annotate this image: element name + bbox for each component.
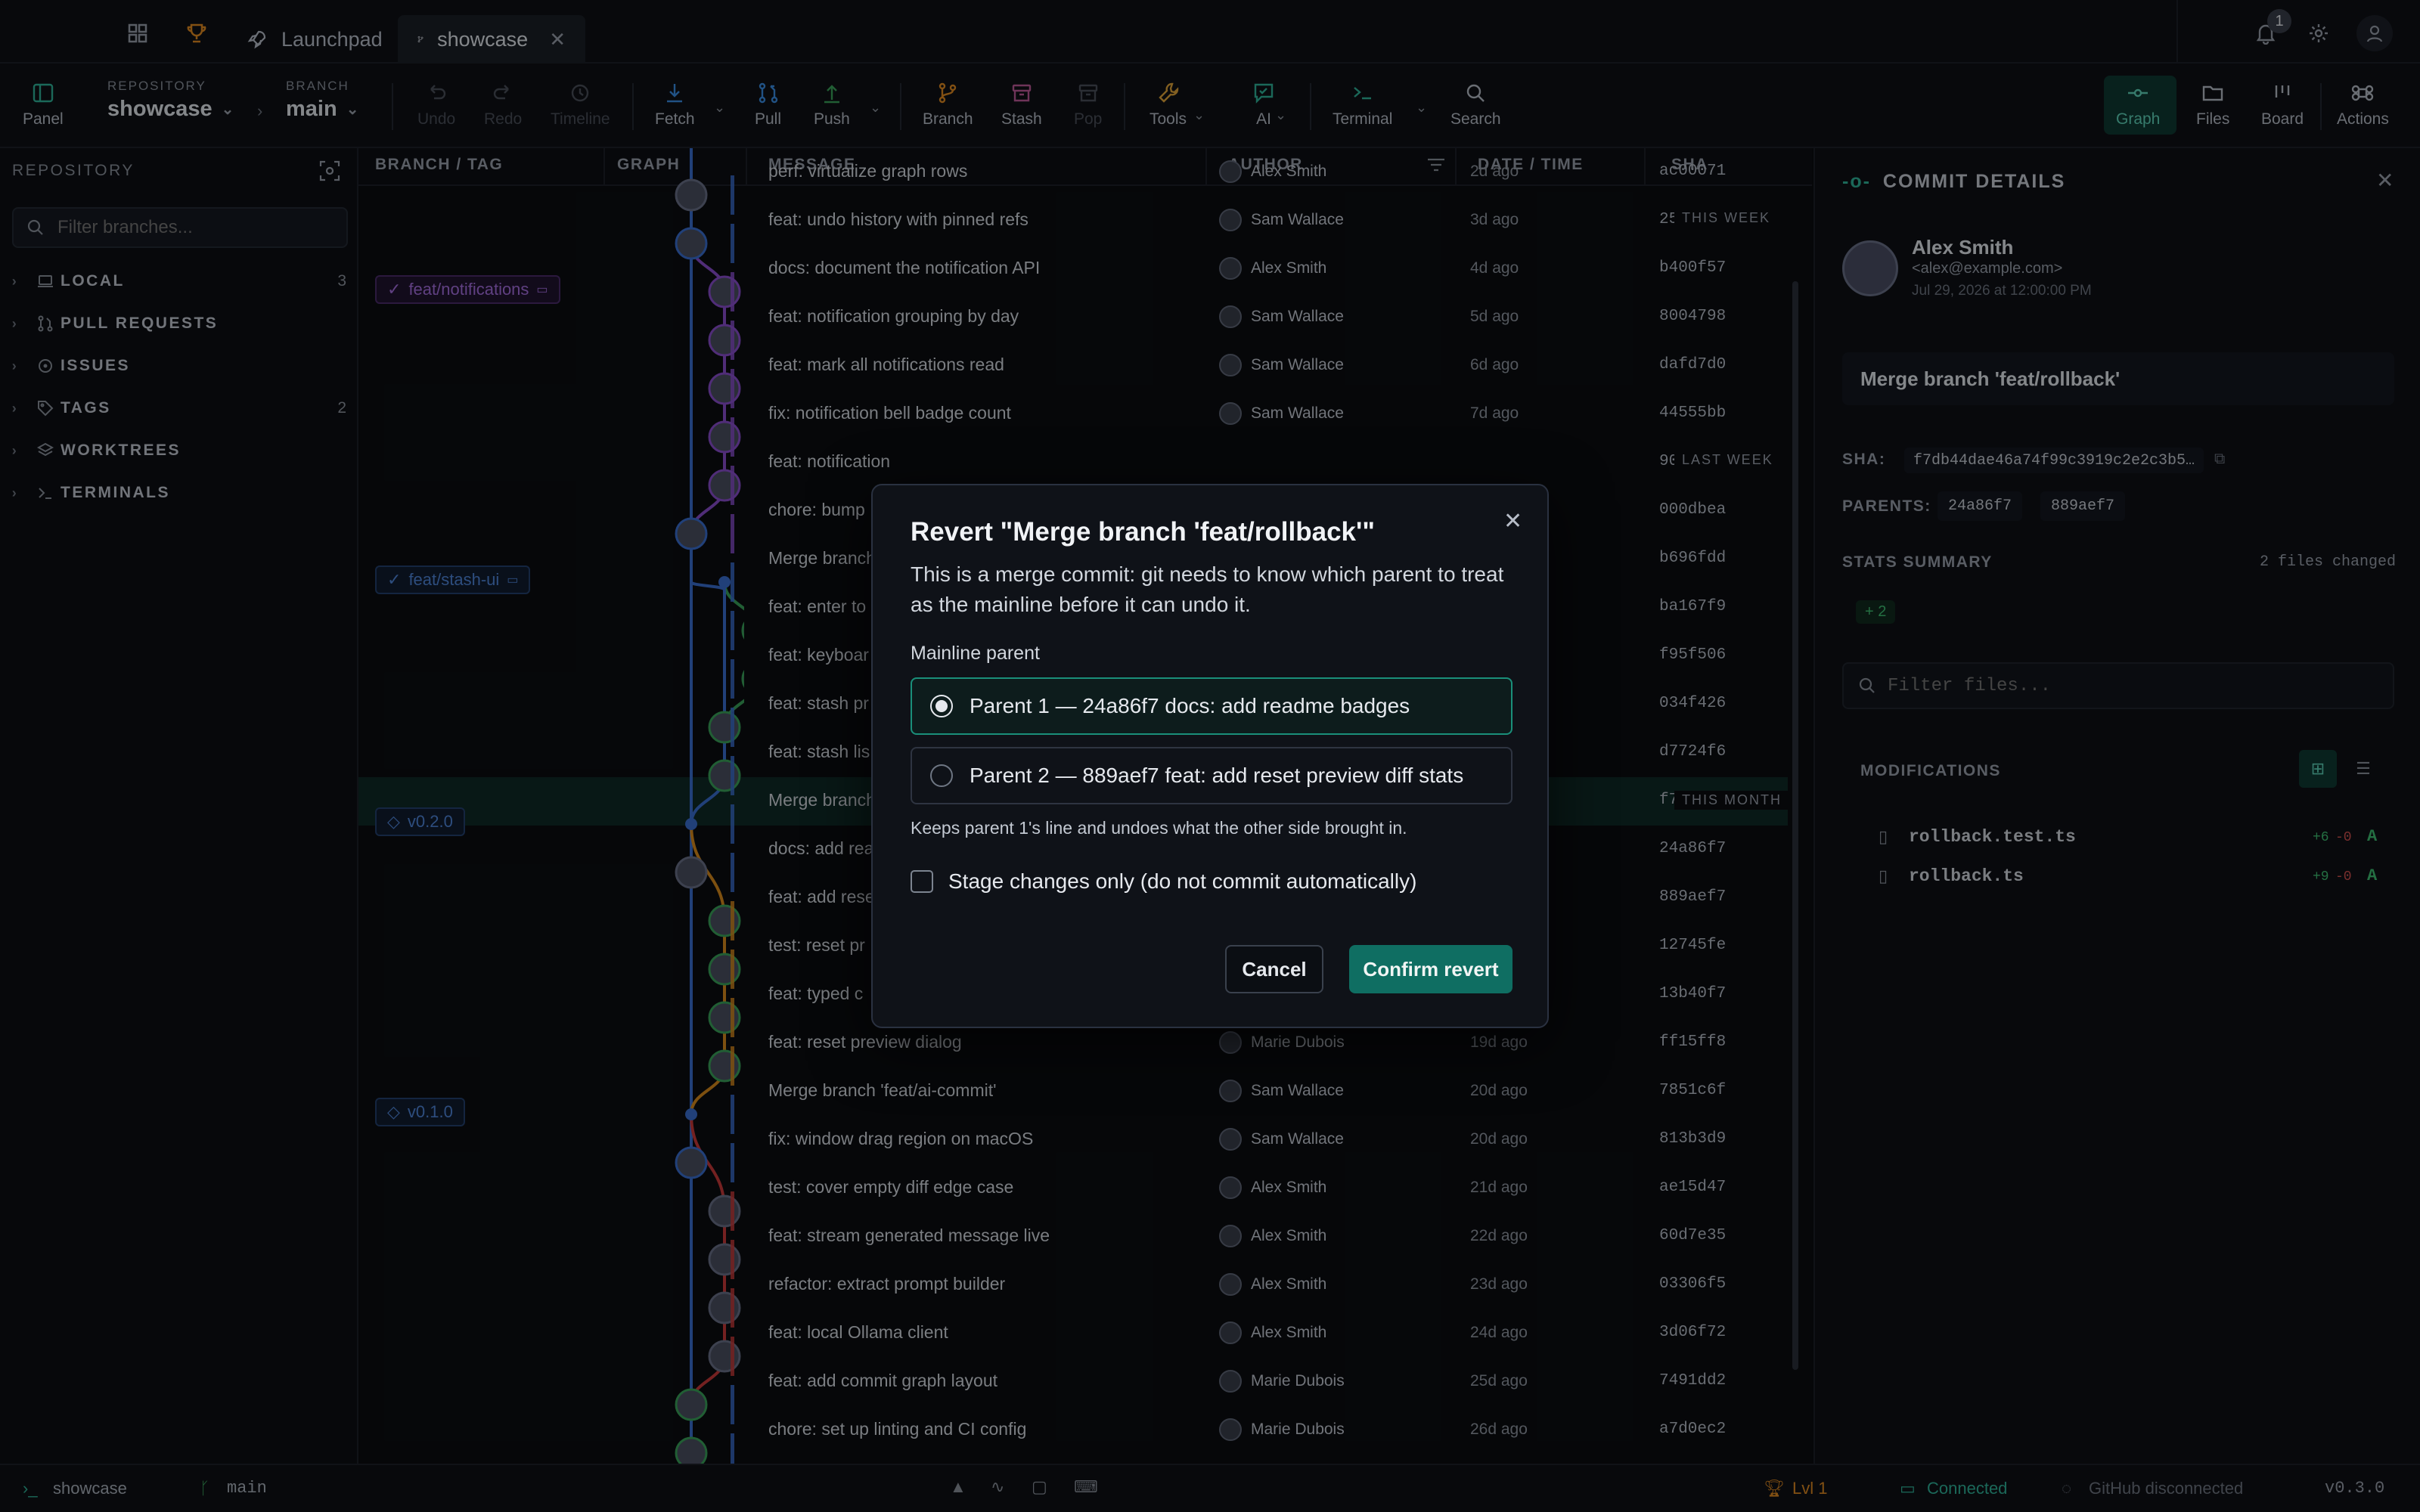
- close-dialog-icon[interactable]: ✕: [1503, 508, 1522, 534]
- radio-selected[interactable]: [930, 695, 953, 717]
- checkbox-label: Stage changes only (do not commit automa…: [948, 869, 1417, 893]
- stage-only-checkbox[interactable]: Stage changes only (do not commit automa…: [911, 869, 1416, 894]
- parent-1-option[interactable]: Parent 1 — 24a86f7 docs: add readme badg…: [911, 677, 1512, 735]
- radio-unselected[interactable]: [930, 764, 953, 787]
- parent-2-option[interactable]: Parent 2 — 889aef7 feat: add reset previ…: [911, 747, 1512, 804]
- checkbox[interactable]: [911, 870, 933, 893]
- mainline-label: Mainline parent: [911, 643, 1040, 664]
- cancel-button[interactable]: Cancel: [1225, 945, 1323, 993]
- dialog-title: Revert "Merge branch 'feat/rollback'": [911, 517, 1375, 547]
- option-label: Parent 1 — 24a86f7 docs: add readme badg…: [970, 694, 1410, 717]
- option-label: Parent 2 — 889aef7 feat: add reset previ…: [970, 764, 1464, 787]
- dialog-hint: Keeps parent 1's line and undoes what th…: [911, 818, 1407, 838]
- dialog-body: This is a merge commit: git needs to kno…: [911, 562, 1504, 616]
- confirm-revert-button[interactable]: Confirm revert: [1349, 945, 1512, 993]
- revert-dialog: Revert "Merge branch 'feat/rollback'" ✕ …: [871, 484, 1549, 1028]
